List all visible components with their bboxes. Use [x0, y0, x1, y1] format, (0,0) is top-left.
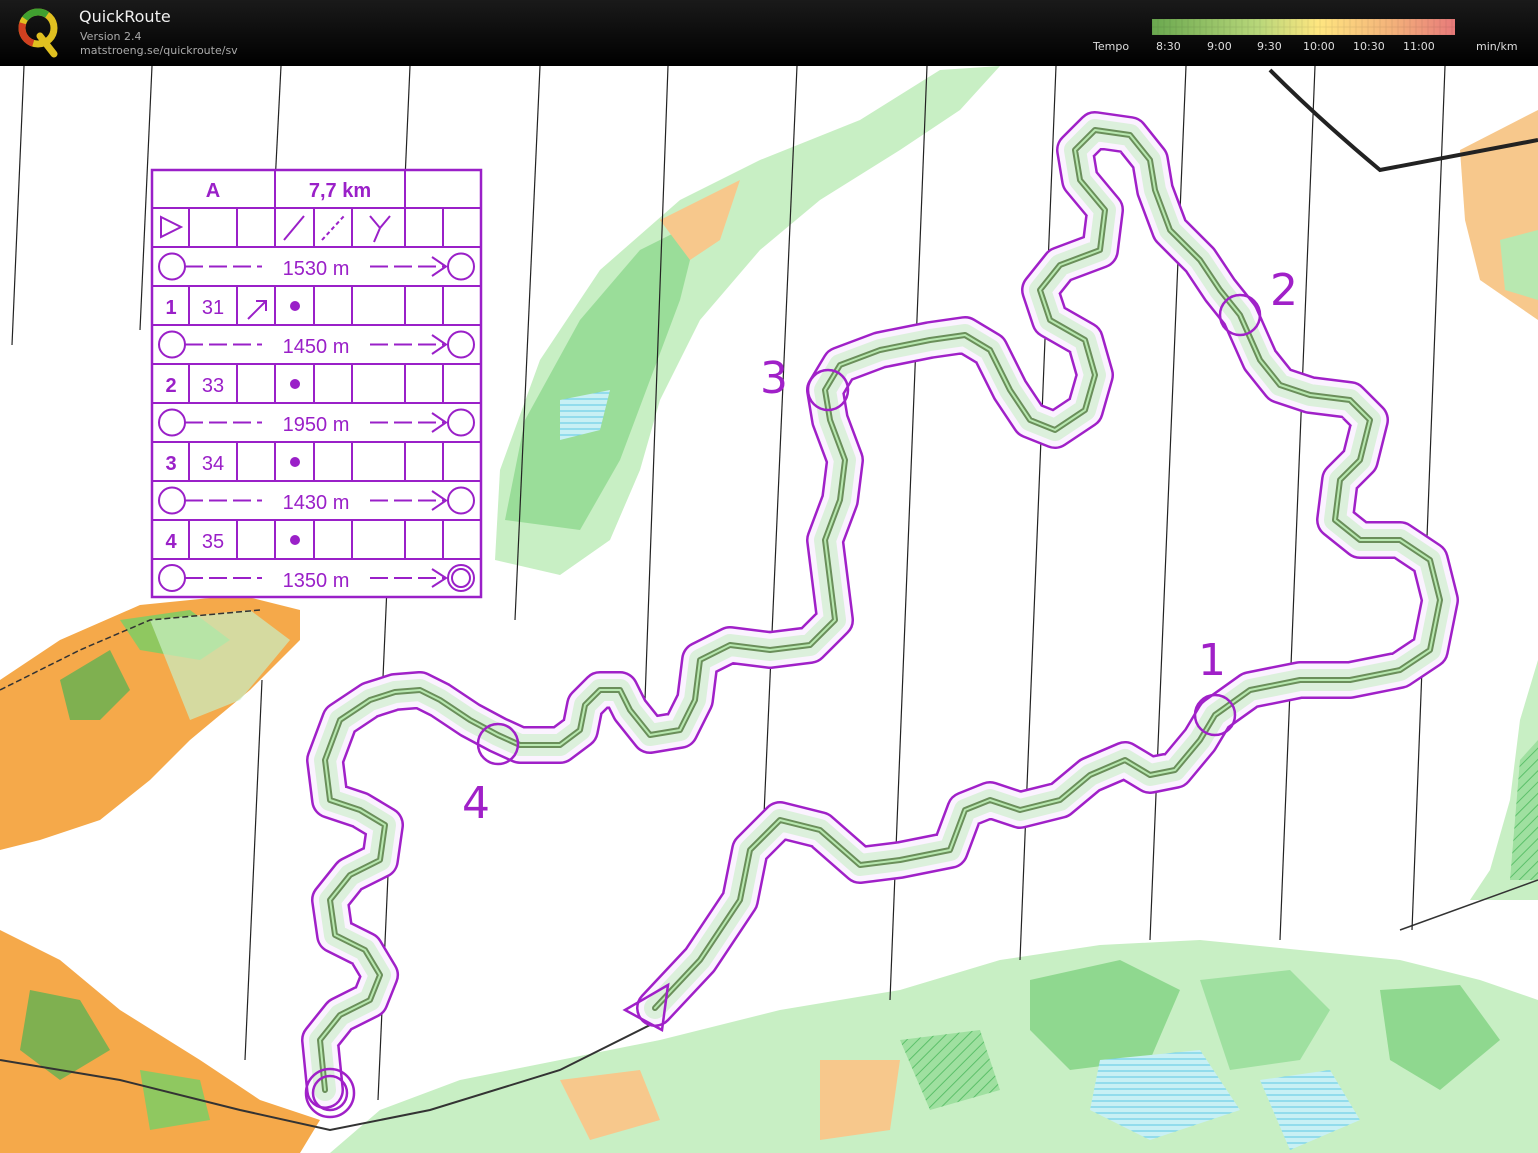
app-url[interactable]: matstroeng.se/quickroute/sv — [80, 44, 238, 57]
control-order: 4 — [165, 531, 177, 553]
tempo-unit: min/km — [1476, 40, 1518, 53]
control-description-sheet: A 7,7 km 1530 m 1450 m 1950 m 1430 m 135… — [150, 168, 483, 599]
quickroute-logo-icon — [18, 8, 58, 58]
tempo-tick: 10:30 — [1353, 40, 1385, 53]
leg-distance: 1430 m — [283, 492, 350, 514]
app-header: QuickRoute Version 2.4 matstroeng.se/qui… — [0, 0, 1538, 66]
leg-distance: 1950 m — [283, 414, 350, 436]
app-title: QuickRoute — [79, 7, 171, 26]
leg-distance: 1350 m — [283, 570, 350, 592]
app-version: Version 2.4 — [80, 30, 142, 43]
control-number-3: 3 — [760, 353, 788, 404]
control-number-1: 1 — [1198, 635, 1226, 686]
leg-distance: 1530 m — [283, 258, 350, 280]
control-number-4: 4 — [462, 778, 490, 829]
tempo-tick: 8:30 — [1156, 40, 1181, 53]
course-name: A — [206, 180, 220, 202]
control-order: 1 — [165, 297, 176, 319]
control-code: 31 — [202, 297, 224, 319]
tempo-tick: 11:00 — [1403, 40, 1435, 53]
control-code: 33 — [202, 375, 224, 397]
orienteering-map[interactable]: 1 2 3 4 A 7,7 km 1530 m 1450 m 1950 m 14… — [0, 66, 1538, 1153]
tempo-tick: 9:00 — [1207, 40, 1232, 53]
tempo-label: Tempo — [1093, 40, 1130, 53]
control-code: 34 — [202, 453, 224, 475]
tempo-color-scale — [1152, 19, 1455, 35]
control-number-2: 2 — [1270, 265, 1298, 316]
course-length: 7,7 km — [309, 180, 371, 202]
tempo-tick: 10:00 — [1303, 40, 1335, 53]
tempo-tick: 9:30 — [1257, 40, 1282, 53]
leg-distance: 1450 m — [283, 336, 350, 358]
control-order: 3 — [165, 453, 176, 475]
control-order: 2 — [165, 375, 176, 397]
control-code: 35 — [202, 531, 224, 553]
